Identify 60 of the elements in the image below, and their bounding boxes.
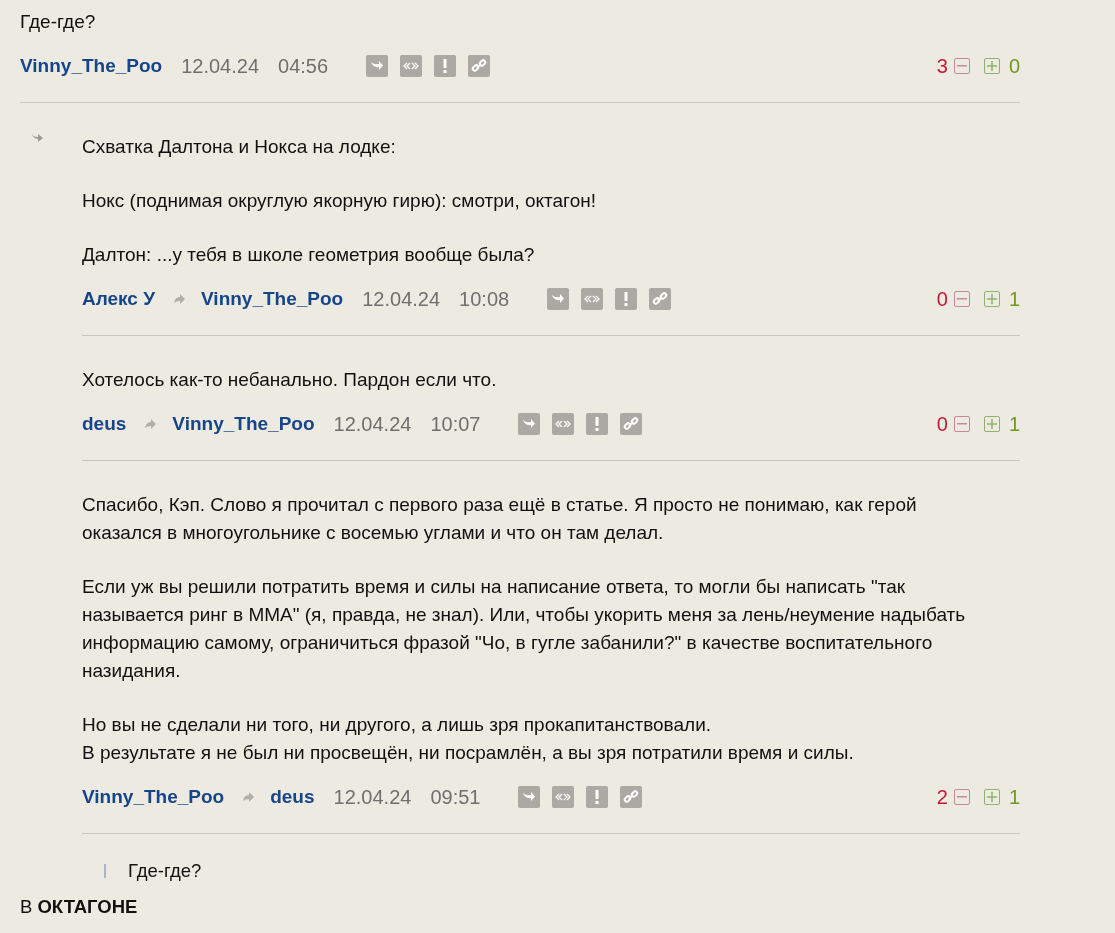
comment-time: 09:51 bbox=[430, 785, 481, 809]
exclamation-icon[interactable] bbox=[586, 413, 609, 435]
author-link[interactable]: Алекс У bbox=[82, 288, 156, 310]
reply-icon[interactable] bbox=[366, 55, 389, 77]
reply-arrow-icon bbox=[173, 294, 186, 304]
reply-to-link[interactable]: Vinny_The_Poo bbox=[201, 288, 344, 310]
plus-icon[interactable] bbox=[983, 58, 1000, 74]
quote-text: Где-где? bbox=[128, 860, 202, 882]
author-link[interactable]: Vinny_The_Poo bbox=[82, 786, 225, 808]
quote-icon[interactable] bbox=[552, 413, 575, 435]
quote-icon[interactable] bbox=[400, 55, 423, 77]
minus-icon[interactable] bbox=[953, 58, 970, 74]
comment-text: Хотелось как-то небанально. Пардон если что. bbox=[82, 368, 498, 392]
author-link[interactable]: deus bbox=[82, 413, 127, 435]
minus-count: 2 bbox=[936, 785, 948, 809]
quote-icon[interactable] bbox=[552, 786, 575, 808]
comment-text: В ОКТАГОНЕ bbox=[20, 896, 139, 918]
plus-icon[interactable] bbox=[983, 789, 1000, 805]
comment-text: Нокс (поднимая округлую якорную гирю): смотри, октагон! bbox=[82, 189, 597, 213]
comment-date: 12.04.24 bbox=[333, 785, 412, 809]
exclamation-icon[interactable] bbox=[434, 55, 457, 77]
comment-text: Далтон: ...у тебя в школе геометрия вообще была? bbox=[82, 243, 536, 267]
minus-icon[interactable] bbox=[953, 291, 970, 307]
plus-icon[interactable] bbox=[983, 291, 1000, 307]
minus-count: 0 bbox=[936, 412, 948, 436]
plus-count: 1 bbox=[1008, 287, 1020, 311]
plus-count: 0 bbox=[1008, 54, 1020, 78]
minus-icon[interactable] bbox=[953, 416, 970, 432]
plus-icon[interactable] bbox=[983, 416, 1000, 432]
minus-icon[interactable] bbox=[953, 789, 970, 805]
comment-date: 12.04.24 bbox=[333, 412, 412, 436]
plus-count: 1 bbox=[1008, 412, 1020, 436]
comment-time: 10:08 bbox=[459, 287, 510, 311]
reply-icon[interactable] bbox=[518, 786, 541, 808]
comment-time: 10:07 bbox=[430, 412, 481, 436]
author-link[interactable]: Vinny_The_Poo bbox=[20, 55, 163, 77]
reply-to-link[interactable]: deus bbox=[270, 786, 315, 808]
plus-count: 1 bbox=[1008, 785, 1020, 809]
reply-arrow-icon bbox=[242, 792, 255, 802]
comment-text: Если уж вы решили потратить время и силы на написание ответа, то могли бы написать "так называется ринг в ММА" (я, правда, не знал). Или, чтобы укорить меня за лень/неумение надыбать информацию самому, ограничиться фразой "Чо, в гугле забанили?" в качестве воспитательного назидания. bbox=[82, 575, 967, 683]
comment-text: Схватка Далтона и Нокса на лодке: bbox=[82, 135, 397, 159]
reply-icon[interactable] bbox=[547, 288, 570, 310]
comment-text: Но вы не сделали ни того, ни другого, а лишь зря прокапитанствовали. В результате я не был ни просвещён, ни посрамлён, а вы зря потратили время и силы. bbox=[82, 713, 855, 765]
comment-date: 12.04.24 bbox=[181, 54, 260, 78]
comment-text: Спасибо, Кэп. Слово я прочитал с первого раза ещё в статье. Я просто не понимаю, как герой оказался в многоугольнике с восемью углами и что он там делал. bbox=[82, 493, 918, 545]
minus-count: 0 bbox=[936, 287, 948, 311]
exclamation-icon[interactable] bbox=[586, 786, 609, 808]
reply-to-link[interactable]: Vinny_The_Poo bbox=[172, 413, 315, 435]
comment-date: 12.04.24 bbox=[362, 287, 441, 311]
link-icon[interactable] bbox=[620, 413, 643, 435]
link-icon[interactable] bbox=[468, 55, 491, 77]
comment-text: Где-где? bbox=[20, 10, 97, 34]
link-icon[interactable] bbox=[620, 786, 643, 808]
quote-icon[interactable] bbox=[581, 288, 604, 310]
exclamation-icon[interactable] bbox=[615, 288, 638, 310]
reply-arrow-icon bbox=[144, 419, 157, 429]
comment-time: 04:56 bbox=[278, 54, 329, 78]
link-icon[interactable] bbox=[649, 288, 672, 310]
reply-icon[interactable] bbox=[518, 413, 541, 435]
minus-count: 3 bbox=[936, 54, 948, 78]
